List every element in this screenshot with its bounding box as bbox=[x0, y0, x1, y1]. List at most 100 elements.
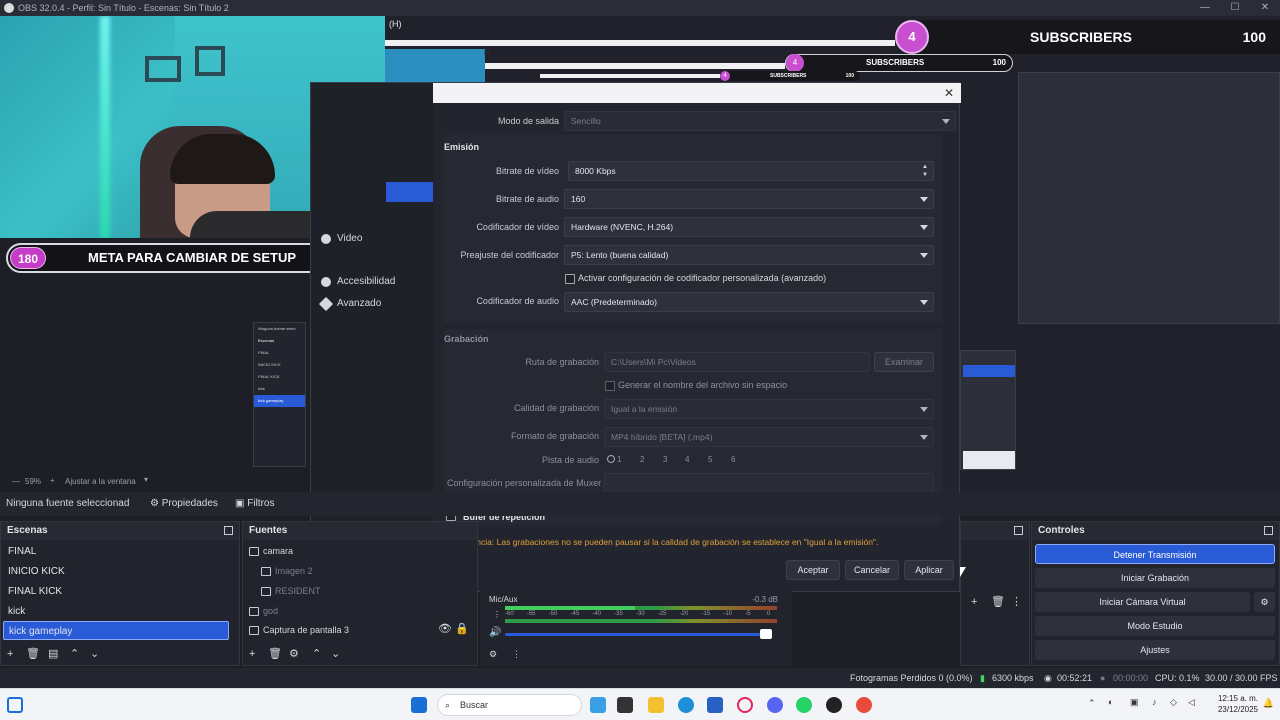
search-icon: ⌕ bbox=[445, 700, 451, 710]
microphone-icon[interactable]: ♪ bbox=[1152, 697, 1157, 707]
mixer-tick-label: 0 bbox=[767, 611, 771, 617]
copilot-icon[interactable] bbox=[590, 697, 606, 713]
thumb-scene: FINAL bbox=[258, 350, 270, 355]
scene-item[interactable]: FINAL bbox=[3, 542, 229, 561]
delete-source-icon[interactable]: 🗑 bbox=[268, 648, 282, 660]
zoom-in-icon[interactable]: + bbox=[50, 476, 55, 485]
start-recording-button[interactable]: Iniciar Grabación bbox=[1035, 568, 1275, 588]
chrome-icon[interactable] bbox=[856, 697, 872, 713]
studio-mode-button[interactable]: Modo Estudio bbox=[1035, 616, 1275, 636]
source-item[interactable]: RESIDENT bbox=[245, 582, 475, 601]
lock-icon[interactable]: 🔒 bbox=[455, 623, 469, 635]
stream-time: 00:52:21 bbox=[1057, 673, 1093, 683]
muxer-input[interactable] bbox=[604, 473, 934, 493]
custom-encoder-checkbox[interactable] bbox=[565, 274, 575, 284]
scene-filters-icon[interactable]: ▤ bbox=[48, 648, 58, 660]
codificador-video-select[interactable]: Hardware (NVENC, H.264) bbox=[564, 217, 934, 237]
move-up-icon[interactable]: ⌃ bbox=[70, 648, 79, 660]
close-window-button[interactable]: ✕ bbox=[1250, 0, 1280, 16]
sidebar-item-accesibilidad[interactable]: Accesibilidad bbox=[321, 274, 395, 290]
aceptar-button[interactable]: Aceptar bbox=[786, 560, 840, 580]
bitrate-audio-select[interactable]: 160 bbox=[564, 189, 934, 209]
store-icon[interactable] bbox=[707, 697, 723, 713]
network-icon[interactable]: ◇ bbox=[1170, 697, 1177, 708]
whatsapp-icon[interactable] bbox=[796, 697, 812, 713]
zoom-fit-select[interactable]: Ajustar a la ventana bbox=[65, 477, 136, 486]
zoom-out-icon[interactable]: — bbox=[12, 477, 20, 486]
modo-salida-select[interactable]: Sencillo bbox=[564, 111, 956, 131]
source-properties-icon[interactable]: ⚙ bbox=[289, 648, 299, 660]
mixer-options-icon[interactable]: ⋮ bbox=[493, 610, 501, 619]
edge-icon[interactable] bbox=[678, 697, 694, 713]
mixer-settings-icon[interactable]: ⚙ bbox=[489, 649, 497, 660]
scenes-header: Escenas bbox=[1, 522, 239, 540]
delete-transition-icon[interactable]: 🗑 bbox=[991, 596, 1005, 608]
tray-app-icon[interactable]: ◐ bbox=[1108, 697, 1113, 707]
tray-app2-icon[interactable]: ▣ bbox=[1130, 697, 1139, 708]
bitrate-video-spinbox[interactable]: 8000 Kbps ▲ ▼ bbox=[568, 161, 934, 181]
minimize-button[interactable]: — bbox=[1190, 0, 1220, 16]
taskbar-clock[interactable]: 12:15 a. m. 23/12/2025 bbox=[1218, 693, 1258, 715]
move-down-icon[interactable]: ⌄ bbox=[331, 648, 340, 660]
calidad-select[interactable]: Igual a la emisión bbox=[604, 399, 934, 419]
speaker-icon[interactable]: 🔊 bbox=[489, 627, 501, 638]
sidebar-selected-output[interactable] bbox=[386, 182, 433, 202]
move-up-icon[interactable]: ⌃ bbox=[312, 648, 321, 660]
sin-espacio-checkbox[interactable] bbox=[605, 381, 615, 391]
cancelar-button[interactable]: Cancelar bbox=[845, 560, 899, 580]
move-down-icon[interactable]: ⌄ bbox=[90, 648, 99, 660]
desktop-icon[interactable] bbox=[7, 697, 23, 713]
examinar-button[interactable]: Examinar bbox=[874, 352, 934, 372]
chevron-down-icon[interactable]: ▾ bbox=[144, 475, 148, 484]
delete-scene-icon[interactable]: 🗑 bbox=[26, 648, 40, 660]
aplicar-button[interactable]: Aplicar bbox=[904, 560, 954, 580]
task-view-icon[interactable] bbox=[617, 697, 633, 713]
ruta-input[interactable]: C:\Users\Mi Pc\Videos bbox=[604, 352, 870, 372]
visibility-eye-icon[interactable]: 👁 bbox=[438, 623, 452, 635]
stop-stream-button[interactable]: Detener Transmisión bbox=[1035, 544, 1275, 564]
volume-slider-handle[interactable] bbox=[760, 629, 772, 639]
radio-icon[interactable] bbox=[607, 455, 615, 463]
taskbar-search[interactable]: ⌕ Buscar bbox=[437, 694, 582, 716]
dialog-close-button[interactable]: ✕ bbox=[941, 85, 957, 101]
filters-button[interactable]: ▣ Filtros bbox=[235, 492, 274, 516]
virtual-camera-settings-icon[interactable]: ⚙ bbox=[1254, 592, 1275, 612]
pista-option: 6 bbox=[731, 455, 736, 464]
dock-float-icon[interactable] bbox=[1014, 526, 1023, 535]
mixer-menu-icon[interactable]: ⋮ bbox=[512, 649, 521, 660]
settings-button[interactable]: Ajustes bbox=[1035, 640, 1275, 660]
obs-taskbar-icon[interactable] bbox=[826, 697, 842, 713]
source-item[interactable]: god bbox=[245, 602, 475, 621]
source-item[interactable]: camara bbox=[245, 542, 475, 561]
start-virtual-camera-button[interactable]: Iniciar Cámara Virtual bbox=[1035, 592, 1250, 612]
scene-item[interactable]: INICIO KICK bbox=[3, 562, 229, 581]
transition-menu-icon[interactable]: ⋮ bbox=[1011, 596, 1022, 608]
recording-warning: Advertencia: Las grabaciones no se puede… bbox=[447, 537, 879, 547]
volume-slider[interactable] bbox=[505, 633, 767, 636]
discord-icon[interactable] bbox=[767, 697, 783, 713]
volume-icon[interactable]: ◁ bbox=[1188, 697, 1195, 708]
properties-button[interactable]: ⚙ Propiedades bbox=[150, 492, 218, 516]
scene-item-selected[interactable]: kick gameplay bbox=[3, 621, 229, 640]
dock-float-icon[interactable] bbox=[224, 526, 233, 535]
tray-chevron-icon[interactable]: ⌃ bbox=[1088, 698, 1096, 709]
scene-item[interactable]: kick bbox=[3, 602, 229, 621]
opera-icon[interactable] bbox=[737, 697, 753, 713]
codificador-audio-select[interactable]: AAC (Predeterminado) bbox=[564, 292, 934, 312]
sidebar-item-avanzado[interactable]: Avanzado bbox=[318, 296, 381, 312]
dock-float-icon[interactable] bbox=[1264, 526, 1273, 535]
notifications-icon[interactable]: 🔔 bbox=[1263, 698, 1274, 709]
file-explorer-icon[interactable] bbox=[648, 697, 664, 713]
mixer-tick-label: -50 bbox=[548, 611, 558, 617]
source-item[interactable]: Imagen 2 bbox=[245, 562, 475, 581]
formato-select[interactable]: MP4 híbrido [BETA] (.mp4) bbox=[604, 427, 934, 447]
sidebar-item-video[interactable]: Video bbox=[321, 231, 362, 247]
scene-item[interactable]: FINAL KICK bbox=[3, 582, 229, 601]
spinner-arrows-icon[interactable]: ▲ ▼ bbox=[921, 163, 929, 179]
maximize-button[interactable]: ☐ bbox=[1220, 0, 1250, 16]
windows-start-icon[interactable] bbox=[411, 697, 427, 713]
add-transition-icon[interactable]: + bbox=[971, 596, 977, 608]
add-source-icon[interactable]: + bbox=[249, 648, 255, 660]
preajuste-select[interactable]: P5: Lento (buena calidad) bbox=[564, 245, 934, 265]
add-scene-icon[interactable]: + bbox=[7, 648, 13, 660]
